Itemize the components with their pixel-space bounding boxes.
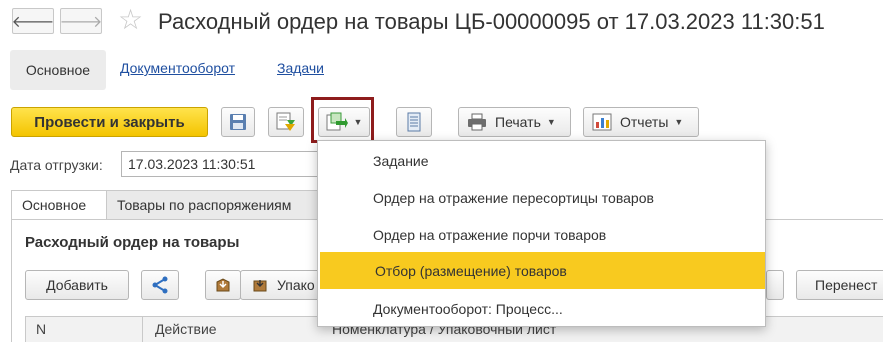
- create-based-on-menu: Задание Ордер на отражение пересортицы т…: [317, 140, 766, 327]
- menu-item-docflow-process[interactable]: Документооборот: Процесс...: [318, 290, 765, 327]
- pack-up-button[interactable]: [205, 270, 241, 300]
- save-button[interactable]: [221, 107, 255, 137]
- floppy-disk-icon: [230, 114, 246, 130]
- post-button[interactable]: [268, 107, 304, 137]
- menu-item-task[interactable]: Задание: [318, 142, 765, 179]
- printer-icon: [468, 113, 486, 131]
- menu-item-damage-order[interactable]: Ордер на отражение порчи товаров: [318, 216, 765, 253]
- box-icon: [253, 280, 267, 292]
- pack-label: Упако: [277, 277, 315, 293]
- chevron-down-icon: ▼: [546, 117, 556, 127]
- move-button[interactable]: Перенест: [796, 270, 883, 300]
- tree-structure-icon: [152, 276, 168, 294]
- chevron-down-icon: ▼: [674, 117, 684, 127]
- page-title: Расходный ордер на товары ЦБ-00000095 от…: [158, 9, 825, 34]
- list-icon: [407, 112, 421, 132]
- forward-button[interactable]: 🡒: [60, 8, 102, 34]
- ship-date-label: Дата отгрузки:: [10, 157, 103, 173]
- section-tab-main[interactable]: Основное: [10, 50, 106, 90]
- add-button[interactable]: Добавить: [25, 270, 129, 300]
- print-label: Печать: [495, 114, 541, 130]
- box-open-icon: [216, 278, 230, 292]
- reports-button[interactable]: Отчеты ▼: [583, 107, 699, 137]
- post-and-close-button[interactable]: Провести и закрыть: [11, 107, 208, 137]
- section-title: Расходный ордер на товары: [25, 234, 240, 251]
- more-button[interactable]: [766, 270, 784, 300]
- tab-main[interactable]: Основное: [11, 190, 107, 220]
- annotation-frame: [311, 97, 374, 143]
- arrow-right-icon: 🡒: [59, 13, 103, 31]
- section-tab-docflow[interactable]: Документооборот: [120, 60, 235, 76]
- column-header-action[interactable]: Действие: [155, 321, 217, 337]
- tab-goods-by-orders[interactable]: Товары по распоряжениям: [106, 190, 321, 220]
- ship-date-field[interactable]: 17.03.2023 11:30:51: [121, 151, 321, 177]
- pack-into-button[interactable]: Упако: [240, 270, 320, 300]
- grid-divider: [142, 316, 143, 342]
- share-button[interactable]: [141, 270, 179, 300]
- report-chart-icon: [592, 113, 612, 131]
- menu-item-picking-placement[interactable]: Отбор (размещение) товаров: [320, 252, 765, 289]
- journal-button[interactable]: [396, 107, 432, 137]
- arrow-left-icon: 🡐: [11, 13, 55, 31]
- column-header-n[interactable]: N: [36, 321, 46, 337]
- post-document-icon: [276, 112, 295, 131]
- menu-item-regrading-order[interactable]: Ордер на отражение пересортицы товаров: [318, 179, 765, 216]
- favorite-star-icon[interactable]: ☆: [118, 6, 143, 34]
- print-button[interactable]: Печать ▼: [458, 107, 571, 137]
- reports-label: Отчеты: [620, 114, 669, 130]
- back-button[interactable]: 🡐: [12, 8, 54, 34]
- section-tab-tasks[interactable]: Задачи: [277, 60, 324, 76]
